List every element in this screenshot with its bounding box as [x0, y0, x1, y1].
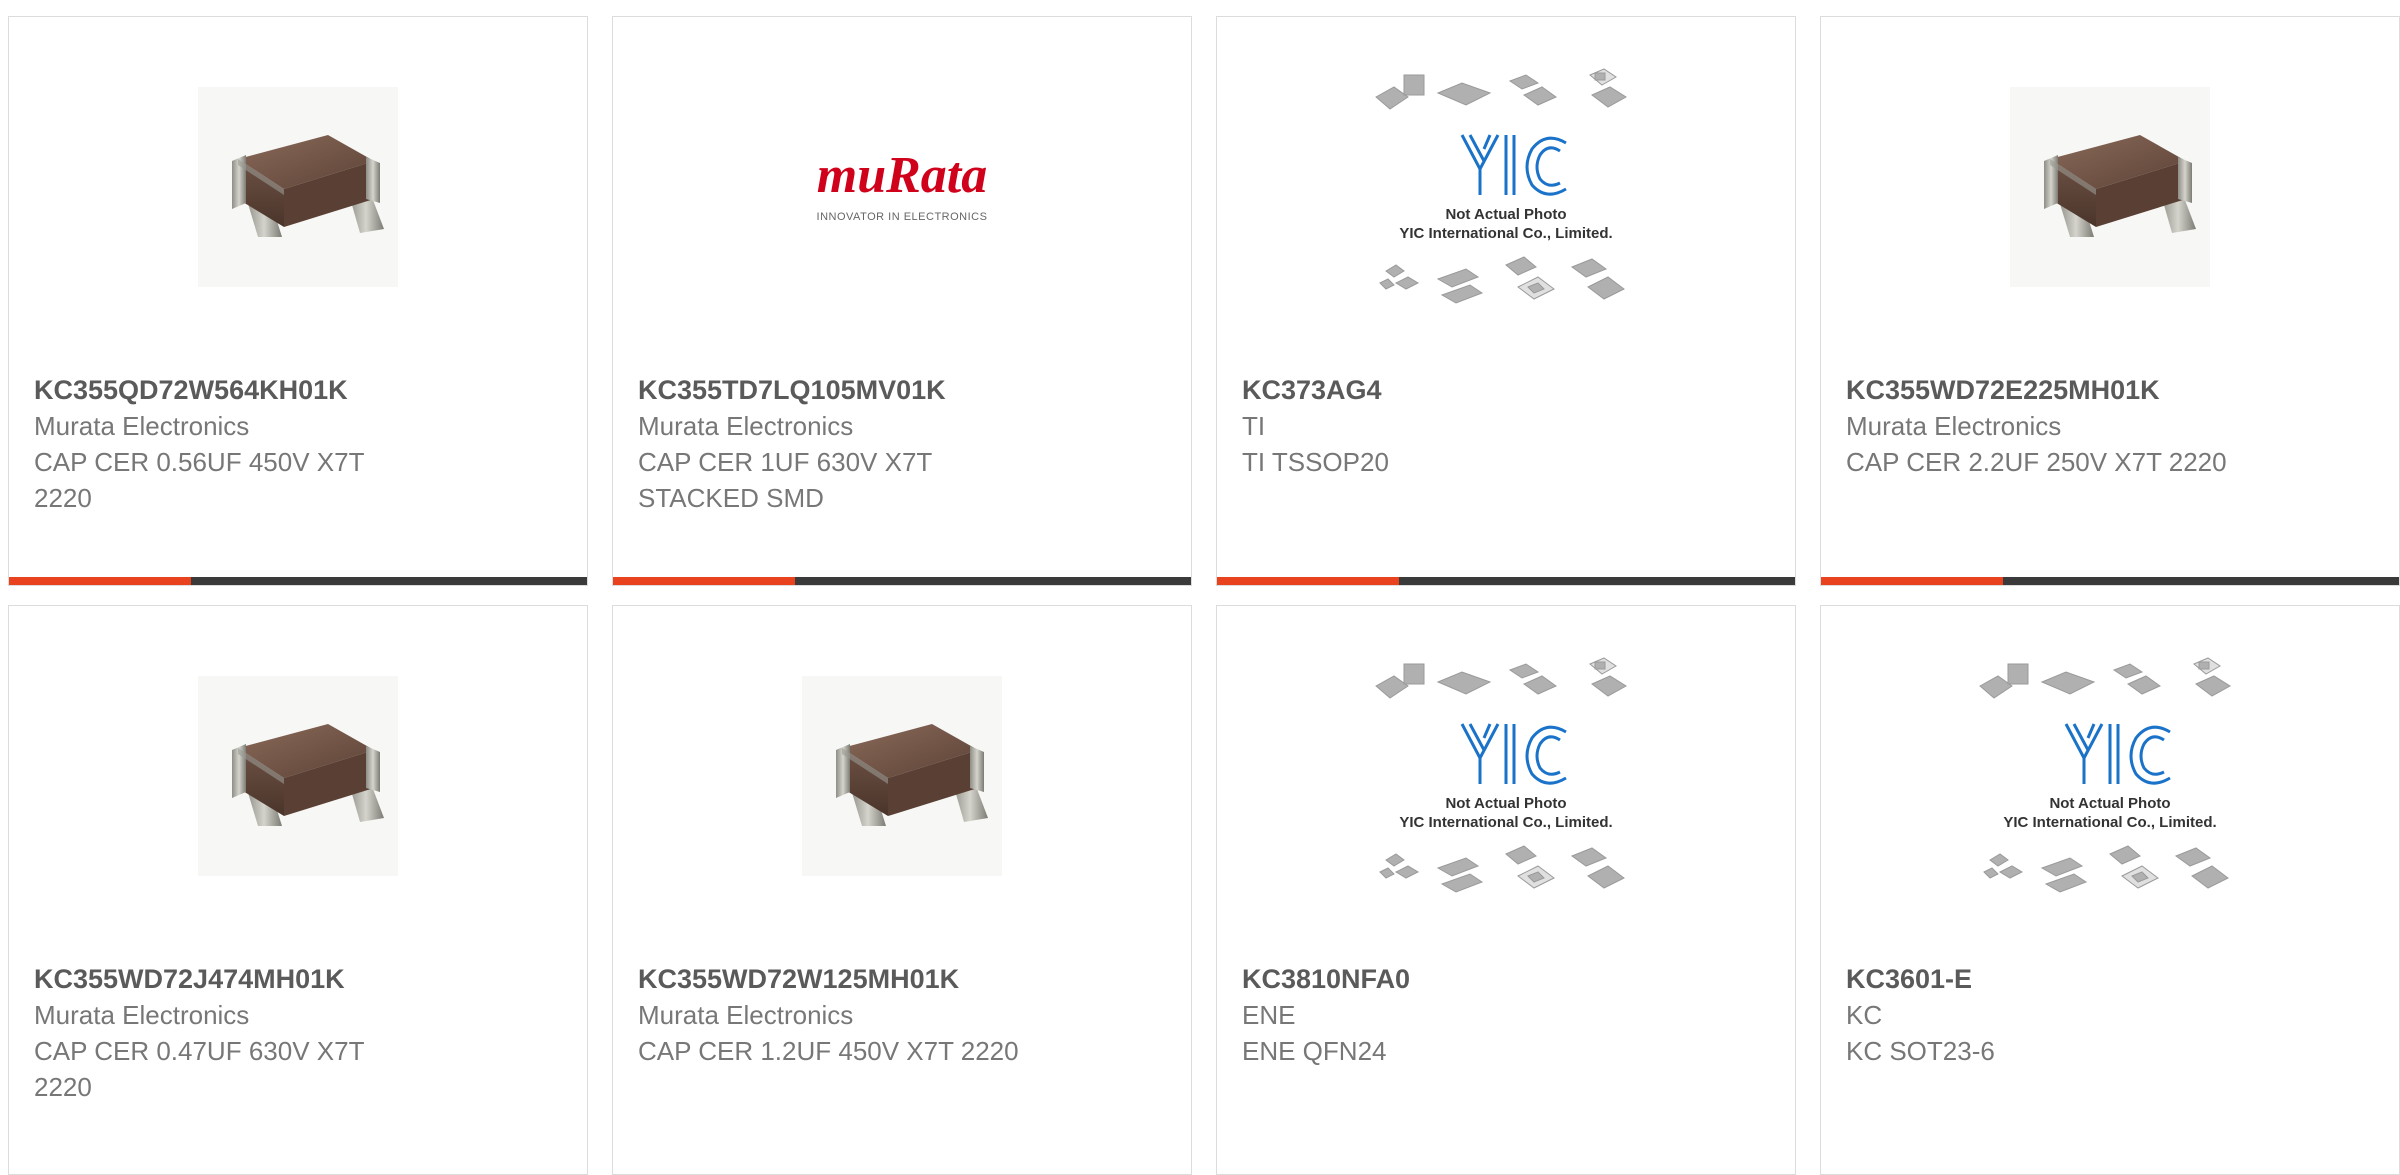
product-card[interactable]: muRata INNOVATOR IN ELECTRONICS KC355TD7… — [612, 16, 1192, 586]
card-hover-bar — [9, 577, 587, 585]
part-number[interactable]: KC355WD72W125MH01K — [638, 961, 1166, 997]
product-description: CAP CER 0.56UF 450V X7T 2220 — [34, 447, 365, 513]
product-card[interactable]: Not Actual Photo YIC International Co., … — [1216, 16, 1796, 586]
capacitor-image[interactable] — [198, 676, 398, 876]
capacitor-image[interactable] — [198, 87, 398, 287]
product-image[interactable]: Not Actual Photo YIC International Co., … — [1217, 17, 1795, 357]
murata-logo-tagline: INNOVATOR IN ELECTRONICS — [817, 211, 988, 223]
card-hover-bar — [1821, 577, 2399, 585]
product-image[interactable] — [9, 17, 587, 357]
part-number[interactable]: KC3810NFA0 — [1242, 961, 1770, 997]
murata-logo[interactable]: muRata INNOVATOR IN ELECTRONICS — [782, 142, 1022, 232]
part-number[interactable]: KC355WD72J474MH01K — [34, 961, 562, 997]
capacitor-image[interactable] — [2010, 87, 2210, 287]
card-hover-bar — [613, 577, 1191, 585]
manufacturer-name: Murata Electronics — [34, 1000, 250, 1030]
product-description: ENE QFN24 — [1242, 1036, 1387, 1066]
part-number[interactable]: KC355WD72E225MH01K — [1846, 372, 2374, 408]
product-description: KC SOT23-6 — [1846, 1036, 1995, 1066]
manufacturer-name: Murata Electronics — [34, 411, 250, 441]
product-info: KC355WD72W125MH01K Murata Electronics CAP … — [638, 961, 1166, 1069]
product-image[interactable] — [1821, 17, 2399, 357]
product-info: KC355QD72W564KH01K Murata Electronics CAP … — [34, 372, 562, 516]
manufacturer-name: Murata Electronics — [638, 1000, 854, 1030]
product-card[interactable]: KC355WD72J474MH01K Murata Electronics CAP … — [8, 605, 588, 1175]
card-hover-bar-accent — [613, 577, 795, 585]
product-info: KC355WD72E225MH01K Murata Electronics CAP … — [1846, 372, 2374, 480]
product-description: CAP CER 2.2UF 250V X7T 2220 — [1846, 447, 2227, 477]
manufacturer-name: TI — [1242, 411, 1266, 441]
placeholder-note-line2: YIC International Co., Limited. — [2003, 814, 2216, 831]
product-image[interactable] — [9, 606, 587, 946]
card-hover-bar-accent — [1217, 577, 1399, 585]
product-card[interactable]: KC355WD72E225MH01K Murata Electronics CAP … — [1820, 16, 2400, 586]
product-image[interactable] — [613, 606, 1191, 946]
product-image[interactable]: Not Actual Photo YIC International Co., … — [1821, 606, 2399, 946]
product-description: CAP CER 1.2UF 450V X7T 2220 — [638, 1036, 1019, 1066]
capacitor-image[interactable] — [802, 676, 1002, 876]
product-description: CAP CER 1UF 630V X7T STACKED SMD — [638, 447, 933, 513]
product-card[interactable]: Not Actual Photo YIC International Co., … — [1820, 605, 2400, 1175]
placeholder-note-line1: Not Actual Photo — [1445, 795, 1566, 812]
part-number[interactable]: KC355TD7LQ105MV01K — [638, 372, 1166, 408]
murata-logo-wordmark: muRata — [817, 147, 988, 204]
manufacturer-name: Murata Electronics — [638, 411, 854, 441]
yic-placeholder-image[interactable]: Not Actual Photo YIC International Co., … — [1366, 646, 1646, 906]
placeholder-note-line2: YIC International Co., Limited. — [1399, 225, 1612, 242]
card-hover-bar-accent — [1821, 577, 2003, 585]
product-image[interactable]: Not Actual Photo YIC International Co., … — [1217, 606, 1795, 946]
product-description: CAP CER 0.47UF 630V X7T 2220 — [34, 1036, 365, 1102]
card-hover-bar-accent — [9, 577, 191, 585]
product-card[interactable]: KC355QD72W564KH01K Murata Electronics CAP … — [8, 16, 588, 586]
yic-placeholder-image[interactable]: Not Actual Photo YIC International Co., … — [1970, 646, 2250, 906]
product-card[interactable]: Not Actual Photo YIC International Co., … — [1216, 605, 1796, 1175]
manufacturer-name: Murata Electronics — [1846, 411, 2062, 441]
placeholder-note-line1: Not Actual Photo — [1445, 206, 1566, 223]
product-description: TI TSSOP20 — [1242, 447, 1389, 477]
product-info: KC3810NFA0 ENE ENE QFN24 — [1242, 961, 1770, 1069]
manufacturer-name: ENE — [1242, 1000, 1296, 1030]
manufacturer-name: KC — [1846, 1000, 1883, 1030]
product-info: KC3601-E KC KC SOT23-6 — [1846, 961, 2374, 1069]
product-card[interactable]: KC355WD72W125MH01K Murata Electronics CAP … — [612, 605, 1192, 1175]
yic-placeholder-image[interactable]: Not Actual Photo YIC International Co., … — [1366, 57, 1646, 317]
placeholder-note-line1: Not Actual Photo — [2049, 795, 2170, 812]
card-hover-bar — [1217, 577, 1795, 585]
product-info: KC355TD7LQ105MV01K Murata Electronics CAP … — [638, 372, 1166, 516]
placeholder-note-line2: YIC International Co., Limited. — [1399, 814, 1612, 831]
product-info: KC355WD72J474MH01K Murata Electronics CAP … — [34, 961, 562, 1105]
part-number[interactable]: KC3601-E — [1846, 961, 2374, 997]
part-number[interactable]: KC373AG4 — [1242, 372, 1770, 408]
product-grid: KC355QD72W564KH01K Murata Electronics CAP … — [0, 0, 2400, 1175]
product-image[interactable]: muRata INNOVATOR IN ELECTRONICS — [613, 17, 1191, 357]
product-info: KC373AG4 TI TI TSSOP20 — [1242, 372, 1770, 480]
part-number[interactable]: KC355QD72W564KH01K — [34, 372, 562, 408]
